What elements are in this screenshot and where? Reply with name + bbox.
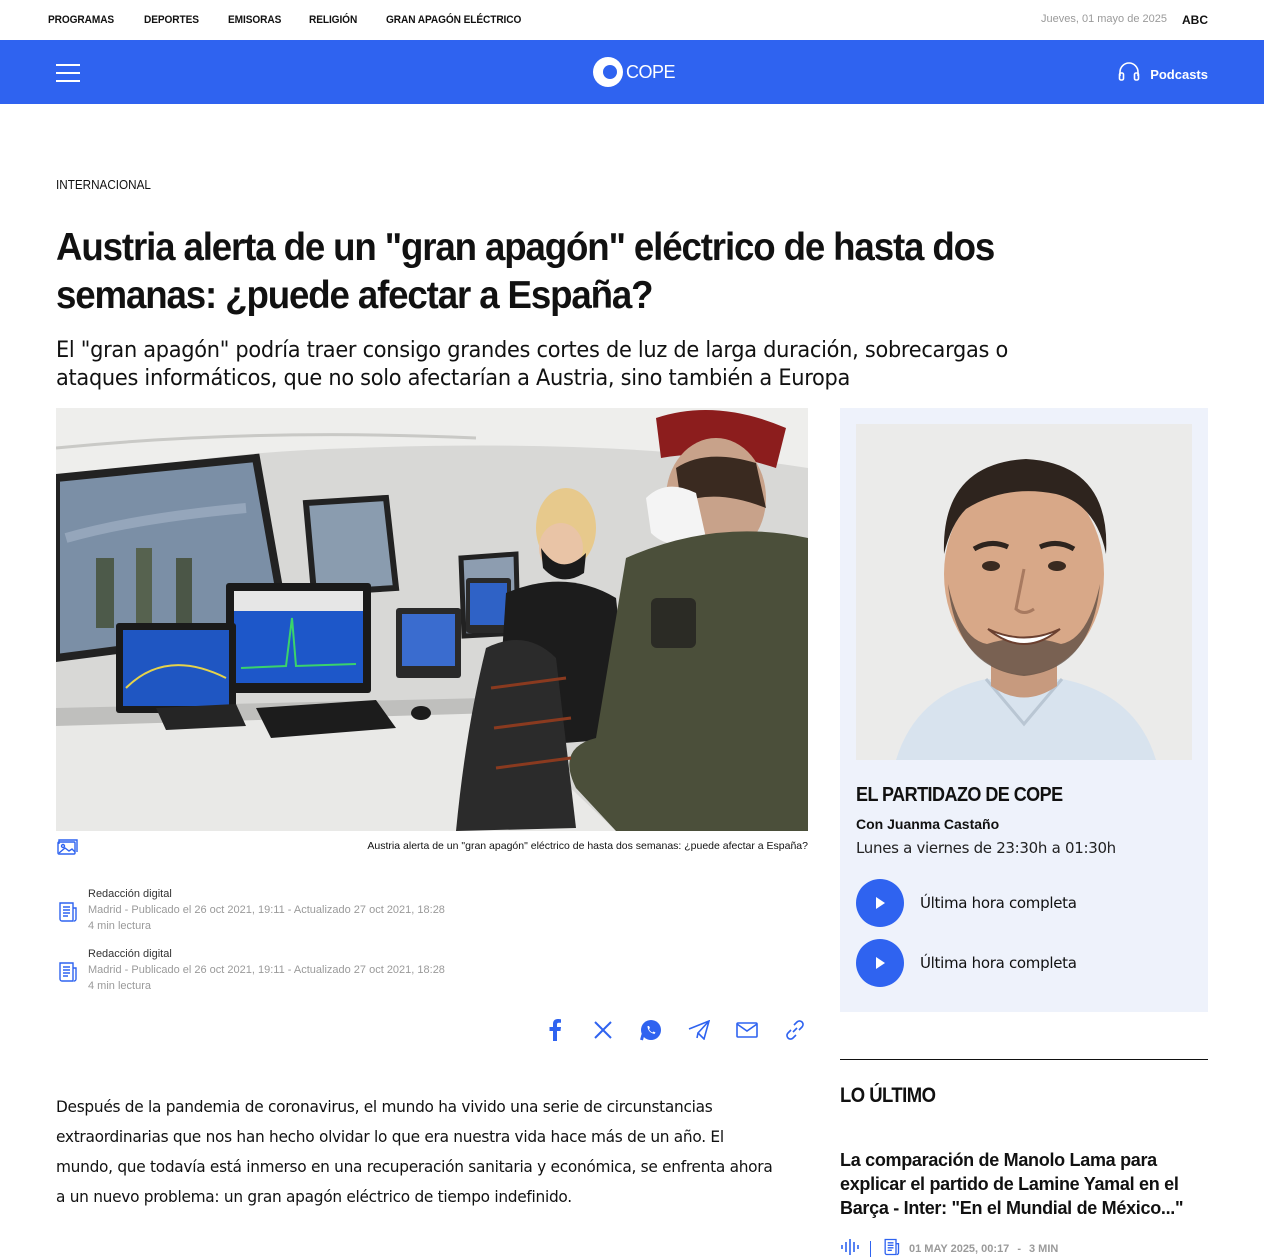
latest-item-date: 01 MAY 2025, 00:17	[909, 1243, 1010, 1255]
current-date: Jueves, 01 mayo de 2025	[1041, 13, 1167, 25]
play-latest-news-button[interactable]: Última hora completa	[856, 879, 1077, 927]
x-icon[interactable]	[591, 1018, 615, 1042]
byline-meta: Madrid - Publicado el 26 oct 2021, 19:11…	[88, 964, 445, 976]
hamburger-menu-icon[interactable]	[56, 64, 80, 82]
top-bar: PROGRAMAS DEPORTES EMISORAS RELIGIÓN GRA…	[0, 0, 1264, 40]
article-subheadline: El "gran apagón" podría traer consigo gr…	[56, 338, 1008, 391]
telegram-icon[interactable]	[687, 1018, 711, 1042]
program-schedule: Lunes a viernes de 23:30h a 01:30h	[856, 839, 1116, 857]
latest-item-title[interactable]: La comparación de Manolo Lama para expli…	[840, 1148, 1208, 1220]
topnav-programas[interactable]: PROGRAMAS	[48, 14, 114, 26]
play-icon	[856, 939, 904, 987]
whatsapp-icon[interactable]	[639, 1018, 663, 1042]
podcasts-link[interactable]: Podcasts	[1118, 62, 1208, 87]
topnav-emisoras[interactable]: EMISORAS	[228, 14, 281, 26]
byline-meta: Madrid - Publicado el 26 oct 2021, 19:11…	[88, 904, 445, 916]
cope-logo-text: COPE	[626, 61, 676, 82]
latest-section-title: LO ÚLTIMO	[840, 1084, 936, 1107]
topnav-gran-apagon[interactable]: GRAN APAGÓN ELÉCTRICO	[386, 14, 521, 26]
article-headline: Austria alerta de un "gran apagón" eléct…	[56, 226, 995, 317]
article-body-paragraph: Después de la pandemia de coronavirus, e…	[56, 1097, 773, 1206]
mail-icon[interactable]	[735, 1018, 759, 1042]
top-nav: PROGRAMAS DEPORTES EMISORAS RELIGIÓN GRA…	[48, 0, 557, 40]
program-title: EL PARTIDAZO DE COPE	[856, 784, 1063, 806]
newspaper-icon	[56, 960, 78, 984]
newspaper-icon	[56, 900, 78, 924]
main-header: COPE Podcasts	[0, 40, 1264, 104]
byline-author[interactable]: Redacción digital	[88, 948, 172, 960]
facebook-icon[interactable]	[543, 1018, 567, 1042]
audio-wave-icon	[840, 1238, 860, 1258]
abc-link[interactable]: ABC	[1182, 13, 1208, 27]
host-photo	[856, 424, 1192, 760]
latest-item-meta: 01 MAY 2025, 00:17 - 3 MIN	[840, 1238, 1058, 1258]
cope-logo-mark	[593, 57, 623, 87]
play-label: Última hora completa	[920, 894, 1077, 912]
share-bar	[543, 1018, 831, 1042]
byline-author[interactable]: Redacción digital	[88, 888, 172, 900]
cope-logo[interactable]: COPE	[593, 56, 676, 88]
play-icon	[856, 879, 904, 927]
topnav-deportes[interactable]: DEPORTES	[144, 14, 199, 26]
link-icon[interactable]	[783, 1018, 807, 1042]
article-main-image	[56, 408, 808, 831]
image-caption: Austria alerta de un "gran apagón" eléct…	[367, 840, 808, 852]
topnav-religion[interactable]: RELIGIÓN	[309, 14, 357, 26]
program-host: Con Juanma Castaño	[856, 816, 1000, 832]
newspaper-icon	[881, 1237, 901, 1258]
byline-reading-time: 4 min lectura	[88, 980, 151, 992]
divider	[840, 1059, 1208, 1060]
play-latest-news-button[interactable]: Última hora completa	[856, 939, 1077, 987]
meta-separator	[870, 1241, 871, 1257]
podcasts-label: Podcasts	[1150, 67, 1208, 82]
byline: Redacción digital Madrid - Publicado el …	[56, 888, 476, 936]
byline-reading-time: 4 min lectura	[88, 920, 151, 932]
headphones-icon	[1118, 62, 1140, 87]
radio-program-card: EL PARTIDAZO DE COPE Con Juanma Castaño …	[840, 408, 1208, 1012]
section-label[interactable]: INTERNACIONAL	[56, 177, 151, 192]
meta-dash: -	[1017, 1243, 1021, 1255]
latest-item-duration: 3 MIN	[1028, 1243, 1059, 1255]
byline: Redacción digital Madrid - Publicado el …	[56, 948, 476, 996]
image-icon[interactable]	[56, 838, 78, 856]
play-label: Última hora completa	[920, 954, 1077, 972]
